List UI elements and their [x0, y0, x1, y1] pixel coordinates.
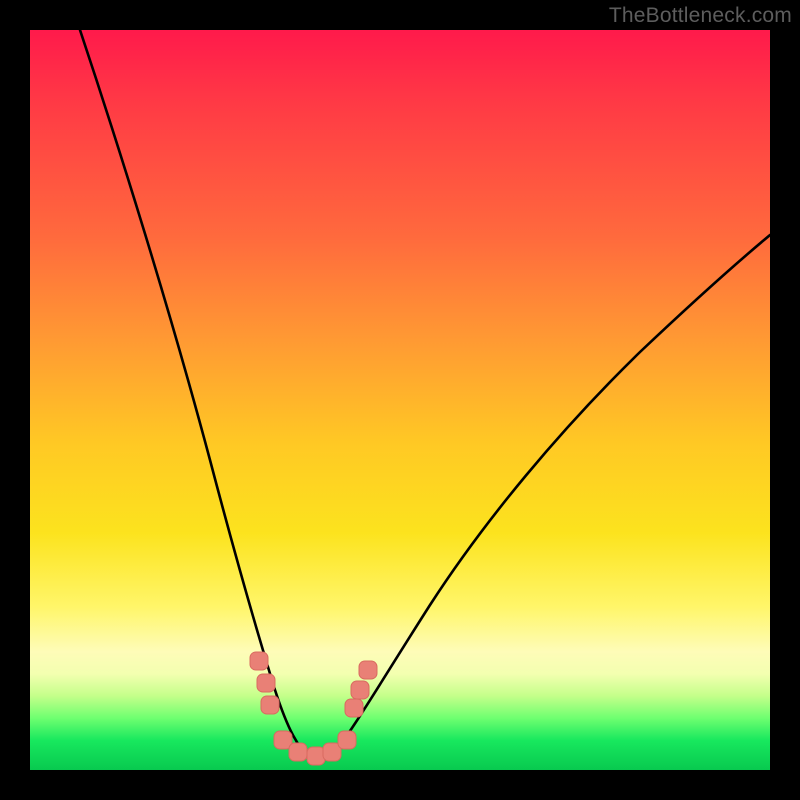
plot-area	[30, 30, 770, 770]
trough-marker	[261, 696, 279, 714]
trough-marker	[345, 699, 363, 717]
trough-marker	[351, 681, 369, 699]
trough-marker	[307, 747, 325, 765]
trough-marker	[289, 743, 307, 761]
chart-frame: TheBottleneck.com	[0, 0, 800, 800]
trough-marker	[359, 661, 377, 679]
right-curve	[330, 235, 770, 758]
trough-marker	[257, 674, 275, 692]
trough-marker	[338, 731, 356, 749]
curve-layer	[30, 30, 770, 770]
watermark-text: TheBottleneck.com	[609, 4, 792, 28]
left-curve	[80, 30, 312, 760]
trough-marker	[250, 652, 268, 670]
curve-group	[80, 30, 770, 760]
